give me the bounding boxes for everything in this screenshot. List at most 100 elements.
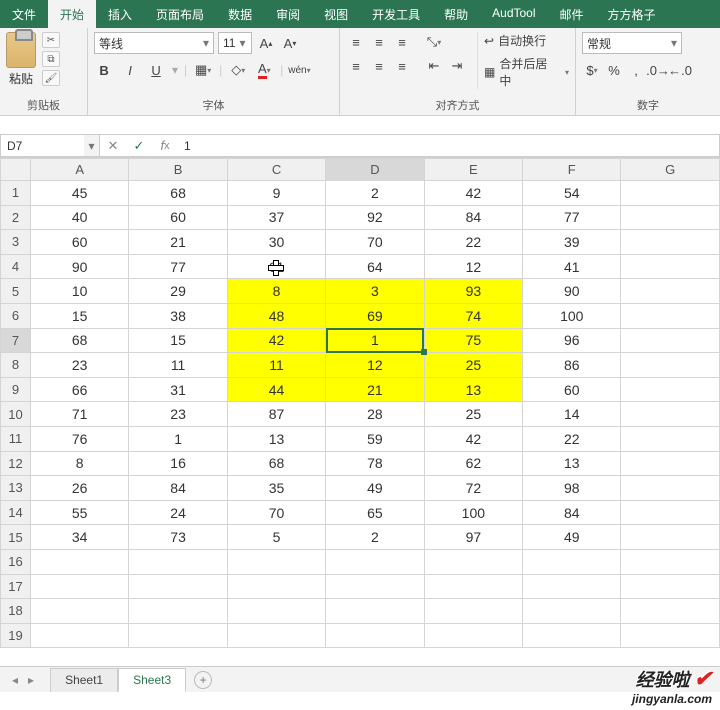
row-header[interactable]: 4 <box>1 254 31 279</box>
cell[interactable]: 8 <box>30 451 128 476</box>
cell[interactable]: 97 <box>424 525 522 550</box>
sheet-tab[interactable]: Sheet3 <box>118 668 186 692</box>
ribbon-tab[interactable]: 数据 <box>216 0 264 28</box>
cell[interactable]: 70 <box>326 230 424 255</box>
cancel-formula-button[interactable]: ✕ <box>100 138 126 154</box>
cell[interactable] <box>621 328 720 353</box>
ribbon-tab[interactable]: 审阅 <box>264 0 312 28</box>
cell[interactable]: 65 <box>326 500 424 525</box>
cell[interactable]: 44 <box>227 377 325 402</box>
cell[interactable]: 13 <box>227 426 325 451</box>
increase-decimal-button[interactable]: .0→ <box>648 60 668 80</box>
cell[interactable]: 68 <box>227 451 325 476</box>
cell[interactable]: 13 <box>523 451 621 476</box>
cell[interactable]: 66 <box>30 377 128 402</box>
column-header[interactable]: D <box>326 159 424 181</box>
cell[interactable]: 21 <box>129 230 227 255</box>
column-header[interactable]: G <box>621 159 720 181</box>
percent-format-button[interactable]: % <box>604 60 624 80</box>
merge-cells-button[interactable]: ▦合并后居中▾ <box>484 55 569 89</box>
cell[interactable]: 90 <box>30 254 128 279</box>
column-header[interactable]: E <box>424 159 522 181</box>
cell[interactable] <box>621 476 720 501</box>
cell[interactable]: 10 <box>30 279 128 304</box>
cell[interactable] <box>621 599 720 624</box>
cell[interactable]: 92 <box>326 205 424 230</box>
cell[interactable]: 74 <box>424 303 522 328</box>
cell[interactable] <box>621 181 720 206</box>
cell[interactable]: 100 <box>424 500 522 525</box>
cell[interactable]: 15 <box>30 303 128 328</box>
cell[interactable] <box>621 353 720 378</box>
cell[interactable]: 23 <box>129 402 227 427</box>
cell[interactable] <box>621 230 720 255</box>
align-right-button[interactable]: ≡ <box>392 56 412 76</box>
increase-font-button[interactable]: A▴ <box>256 33 276 53</box>
column-header[interactable]: A <box>30 159 128 181</box>
cell[interactable] <box>424 574 522 599</box>
phonetic-button[interactable]: wén▾ <box>289 60 309 80</box>
cell[interactable] <box>621 549 720 574</box>
cell[interactable] <box>621 500 720 525</box>
cell[interactable]: 28 <box>326 402 424 427</box>
cell[interactable] <box>621 402 720 427</box>
cell[interactable]: 60 <box>523 377 621 402</box>
cell[interactable]: 22 <box>424 230 522 255</box>
cell[interactable]: 35 <box>227 476 325 501</box>
cell[interactable] <box>523 574 621 599</box>
cell[interactable]: 37 <box>227 205 325 230</box>
row-header[interactable]: 18 <box>1 599 31 624</box>
cell[interactable] <box>30 549 128 574</box>
cut-button[interactable]: ✂ <box>42 32 60 48</box>
cell[interactable]: 86 <box>523 353 621 378</box>
comma-format-button[interactable]: , <box>626 60 646 80</box>
align-left-button[interactable]: ≡ <box>346 56 366 76</box>
cell[interactable] <box>227 623 325 648</box>
copy-button[interactable]: ⧉ <box>42 51 60 67</box>
cell[interactable]: 77 <box>523 205 621 230</box>
cell[interactable] <box>129 623 227 648</box>
font-name-combo[interactable]: 等线▾ <box>94 32 214 54</box>
ribbon-tab[interactable]: 邮件 <box>548 0 596 28</box>
cell[interactable]: 98 <box>523 476 621 501</box>
align-middle-button[interactable]: ≡ <box>369 32 389 52</box>
cell[interactable]: 71 <box>30 402 128 427</box>
row-header[interactable]: 5 <box>1 279 31 304</box>
cell[interactable]: 75 <box>424 328 522 353</box>
column-header[interactable]: B <box>129 159 227 181</box>
add-sheet-button[interactable]: + <box>194 671 212 689</box>
ribbon-tab[interactable]: 页面布局 <box>144 0 216 28</box>
row-header[interactable]: 13 <box>1 476 31 501</box>
cell[interactable]: 73 <box>129 525 227 550</box>
cell[interactable]: 14 <box>523 402 621 427</box>
cell[interactable]: 49 <box>523 525 621 550</box>
cell[interactable]: 76 <box>30 426 128 451</box>
border-button[interactable]: ▦▾ <box>193 60 213 80</box>
name-box-dropdown[interactable]: ▾ <box>84 134 100 157</box>
cell[interactable]: 54 <box>523 181 621 206</box>
cell[interactable] <box>621 377 720 402</box>
font-color-button[interactable]: A▾ <box>254 60 274 80</box>
cell[interactable] <box>621 279 720 304</box>
orientation-button[interactable]: ⤡▾ <box>424 32 444 52</box>
cell[interactable]: 15 <box>129 328 227 353</box>
row-header[interactable]: 15 <box>1 525 31 550</box>
cell[interactable] <box>523 549 621 574</box>
row-header[interactable]: 14 <box>1 500 31 525</box>
number-format-combo[interactable]: 常规▾ <box>582 32 682 54</box>
cell[interactable] <box>621 254 720 279</box>
cell[interactable] <box>326 549 424 574</box>
increase-indent-button[interactable]: ⇥ <box>447 56 467 76</box>
cell[interactable] <box>129 599 227 624</box>
italic-button[interactable]: I <box>120 60 140 80</box>
paste-button[interactable]: 粘贴 <box>6 32 36 87</box>
column-header[interactable]: C <box>227 159 325 181</box>
cell[interactable]: 64 <box>326 254 424 279</box>
cell[interactable]: 48 <box>227 303 325 328</box>
cell[interactable]: 41 <box>523 254 621 279</box>
cell[interactable] <box>227 549 325 574</box>
cell[interactable]: 62 <box>424 451 522 476</box>
cell[interactable]: 22 <box>523 426 621 451</box>
cell[interactable] <box>621 451 720 476</box>
cell[interactable]: 38 <box>129 303 227 328</box>
